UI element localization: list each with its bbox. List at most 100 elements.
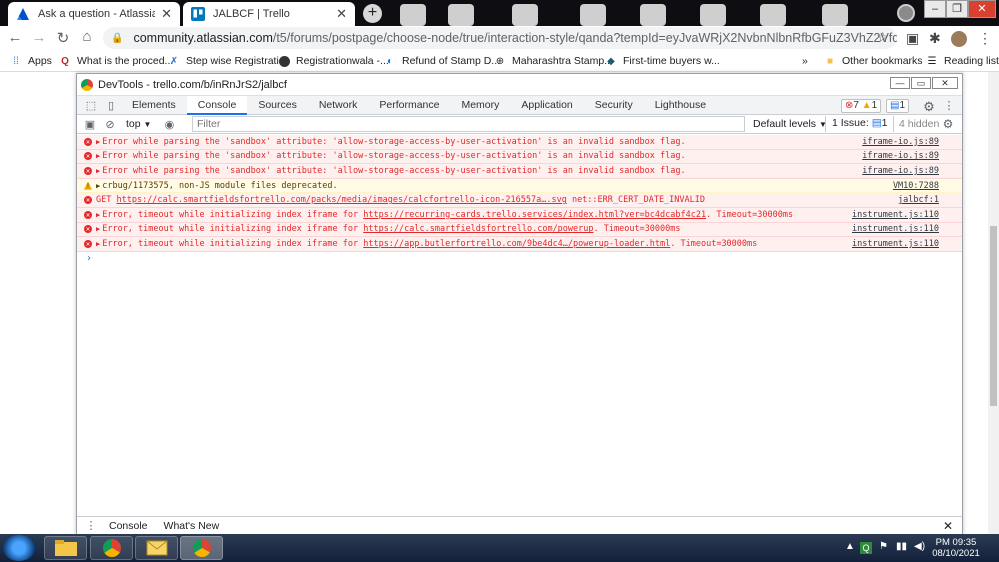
maximize-button[interactable]: ❐ bbox=[946, 0, 968, 18]
expand-triangle-icon[interactable]: ▶ bbox=[96, 225, 100, 233]
drawer-tab-whats-new[interactable]: What's New bbox=[156, 520, 228, 532]
console-error-row[interactable]: ✕ ▶ Error while parsing the 'sandbox' attr… bbox=[77, 149, 962, 165]
inspect-element-icon[interactable]: ⬚ bbox=[81, 99, 101, 112]
devtools-minimize-button[interactable]: — bbox=[890, 77, 910, 89]
message-source-link[interactable]: instrument.js:110 bbox=[852, 239, 939, 249]
chrome-devtools-taskbar-icon[interactable] bbox=[180, 536, 223, 560]
drawer-menu-kebab-icon[interactable]: ⋮ bbox=[81, 519, 101, 532]
network-tray-icon[interactable]: ▮▮ bbox=[896, 541, 907, 552]
console-error-row[interactable]: ✕ ▶ Error, timeout while initializing inde… bbox=[77, 237, 962, 252]
live-expression-eye-icon[interactable]: ◉ bbox=[159, 118, 179, 131]
bookmark-item[interactable]: ⊕ Maharashtra Stamp... bbox=[494, 55, 613, 67]
tab-console[interactable]: Console bbox=[186, 95, 248, 115]
volume-tray-icon[interactable]: ◀) bbox=[914, 541, 925, 552]
error-warning-counter[interactable]: ⊗7 ▲1 bbox=[841, 99, 882, 113]
devtools-maximize-button[interactable]: ▭ bbox=[911, 77, 931, 89]
sidebar-toggle-icon[interactable]: ▣ bbox=[80, 118, 100, 131]
reading-mode-icon[interactable]: ▣ bbox=[906, 30, 919, 47]
taskbar-clock[interactable]: PM 09:35 08/10/2021 bbox=[930, 537, 982, 559]
message-link[interactable]: https://recurring-cards.trello.services/… bbox=[363, 210, 706, 220]
bookmark-apps[interactable]: ⁞⁞ Apps bbox=[10, 55, 52, 67]
devtools-close-button[interactable]: ✕ bbox=[932, 77, 958, 89]
forward-arrow-icon[interactable]: → bbox=[27, 29, 51, 46]
expand-triangle-icon[interactable]: ▶ bbox=[96, 138, 100, 146]
expand-triangle-icon[interactable]: ▶ bbox=[96, 167, 100, 175]
more-options-kebab-icon[interactable]: ⋮ bbox=[939, 99, 959, 112]
mail-taskbar-icon[interactable] bbox=[135, 536, 178, 560]
reload-icon[interactable]: ↻ bbox=[51, 29, 75, 47]
menu-kebab-icon[interactable]: ⋮ bbox=[978, 30, 992, 47]
flag-tray-icon[interactable]: ⚑ bbox=[879, 541, 888, 552]
more-bookmarks-button[interactable]: » bbox=[802, 55, 808, 67]
start-button[interactable] bbox=[3, 535, 35, 561]
console-error-row[interactable]: ✕ ▶ Error, timeout while initializing inde… bbox=[77, 222, 962, 238]
profile-avatar[interactable] bbox=[951, 31, 967, 47]
close-tab-icon[interactable]: ✕ bbox=[161, 6, 172, 22]
other-bookmarks[interactable]: ■ Other bookmarks bbox=[824, 55, 923, 67]
tab-network[interactable]: Network bbox=[308, 96, 369, 115]
bookmark-item[interactable]: ◐ Refund of Stamp D... bbox=[384, 55, 500, 67]
message-source-link[interactable]: iframe-io.js:89 bbox=[862, 137, 939, 147]
message-source-link[interactable]: instrument.js:110 bbox=[852, 210, 939, 220]
console-warning-row[interactable]: ! ▶ crbug/1173575, non-JS module files dep… bbox=[77, 178, 962, 194]
page-scrollbar[interactable] bbox=[988, 72, 999, 534]
log-levels-dropdown[interactable]: Default levels ▼ bbox=[753, 118, 827, 130]
settings-gear-icon[interactable]: ⚙ bbox=[919, 99, 939, 115]
drawer-tab-console[interactable]: Console bbox=[101, 520, 156, 532]
file-explorer-taskbar-icon[interactable] bbox=[44, 536, 87, 560]
tab-memory[interactable]: Memory bbox=[450, 96, 510, 115]
info-counter[interactable]: ▤1 bbox=[886, 99, 910, 113]
show-hidden-icons-icon[interactable]: ▲ bbox=[845, 541, 855, 552]
message-link[interactable]: https://calc.smartfieldsfortrello.com/po… bbox=[363, 224, 593, 234]
bookmark-star-icon[interactable]: ☆ bbox=[876, 29, 889, 46]
console-error-row[interactable]: ✕ ▶ Error while parsing the 'sandbox' attr… bbox=[77, 164, 962, 179]
message-source-link[interactable]: jalbcf:1 bbox=[898, 195, 939, 205]
lock-icon[interactable]: 🔒 bbox=[111, 33, 123, 44]
console-prompt[interactable]: › bbox=[77, 252, 962, 266]
issues-button[interactable]: 1 Issue: ▤1 bbox=[825, 116, 895, 132]
extensions-puzzle-icon[interactable]: ✱ bbox=[929, 30, 941, 47]
close-drawer-icon[interactable]: ✕ bbox=[943, 519, 953, 533]
expand-triangle-icon[interactable]: ▶ bbox=[96, 211, 100, 219]
tab-lighthouse[interactable]: Lighthouse bbox=[644, 96, 717, 115]
quickheal-tray-icon[interactable]: Q bbox=[860, 542, 872, 554]
message-link[interactable]: https://calc.smartfieldsfortrello.com/pa… bbox=[116, 195, 566, 205]
home-icon[interactable]: ⌂ bbox=[75, 28, 99, 45]
expand-triangle-icon[interactable]: ▶ bbox=[96, 182, 100, 190]
address-bar[interactable]: 🔒 community.atlassian.com /t5/forums/pos… bbox=[103, 27, 897, 49]
message-source-link[interactable]: VM10:7288 bbox=[893, 181, 939, 191]
expand-triangle-icon[interactable]: ▶ bbox=[96, 152, 100, 160]
bookmark-item[interactable]: Q What is the proced... bbox=[59, 55, 173, 67]
bookmark-item[interactable]: Registrationwala -... bbox=[279, 55, 389, 67]
message-source-link[interactable]: iframe-io.js:89 bbox=[862, 151, 939, 161]
tab-performance[interactable]: Performance bbox=[368, 96, 450, 115]
clear-console-icon[interactable]: ⊘ bbox=[100, 118, 120, 131]
tab-application[interactable]: Application bbox=[510, 96, 583, 115]
scrollbar-thumb[interactable] bbox=[990, 226, 997, 406]
bookmark-item[interactable]: ◆ First-time buyers w... bbox=[605, 55, 720, 67]
console-settings-gear-icon[interactable]: ⚙ bbox=[938, 117, 958, 131]
filter-input[interactable] bbox=[192, 116, 745, 132]
chrome-taskbar-icon[interactable] bbox=[90, 536, 133, 560]
console-error-row[interactable]: ✕ ▶ Error while parsing the 'sandbox' attr… bbox=[77, 135, 962, 150]
tab-atlassian[interactable]: Ask a question - Atlassian Comm ✕ bbox=[8, 2, 180, 26]
bookmark-item[interactable]: ✗ Step wise Registrati... bbox=[168, 55, 288, 67]
device-toolbar-icon[interactable]: ▯ bbox=[101, 99, 121, 112]
console-error-row[interactable]: ✕ ▶ Error, timeout while initializing inde… bbox=[77, 207, 962, 223]
tab-trello[interactable]: JALBCF | Trello ✕ bbox=[183, 2, 355, 26]
context-selector[interactable]: top ▼ bbox=[126, 118, 151, 130]
tab-sources[interactable]: Sources bbox=[247, 96, 308, 115]
back-arrow-icon[interactable]: ← bbox=[3, 29, 27, 46]
console-error-row[interactable]: ✕ GET https://calc.smartfieldsfortrello.c… bbox=[77, 193, 962, 208]
new-tab-button[interactable]: + bbox=[363, 4, 382, 23]
message-source-link[interactable]: instrument.js:110 bbox=[852, 224, 939, 234]
minimize-button[interactable]: – bbox=[924, 0, 946, 18]
tab-elements[interactable]: Elements bbox=[121, 96, 187, 115]
tab-security[interactable]: Security bbox=[584, 96, 644, 115]
message-link[interactable]: https://app.butlerfortrello.com/9be4dc4…… bbox=[363, 239, 670, 249]
reading-list[interactable]: ☰ Reading list bbox=[926, 55, 999, 67]
tab-search-icon[interactable] bbox=[897, 4, 915, 22]
message-source-link[interactable]: iframe-io.js:89 bbox=[862, 166, 939, 176]
close-tab-icon[interactable]: ✕ bbox=[336, 6, 347, 22]
expand-triangle-icon[interactable]: ▶ bbox=[96, 240, 100, 248]
